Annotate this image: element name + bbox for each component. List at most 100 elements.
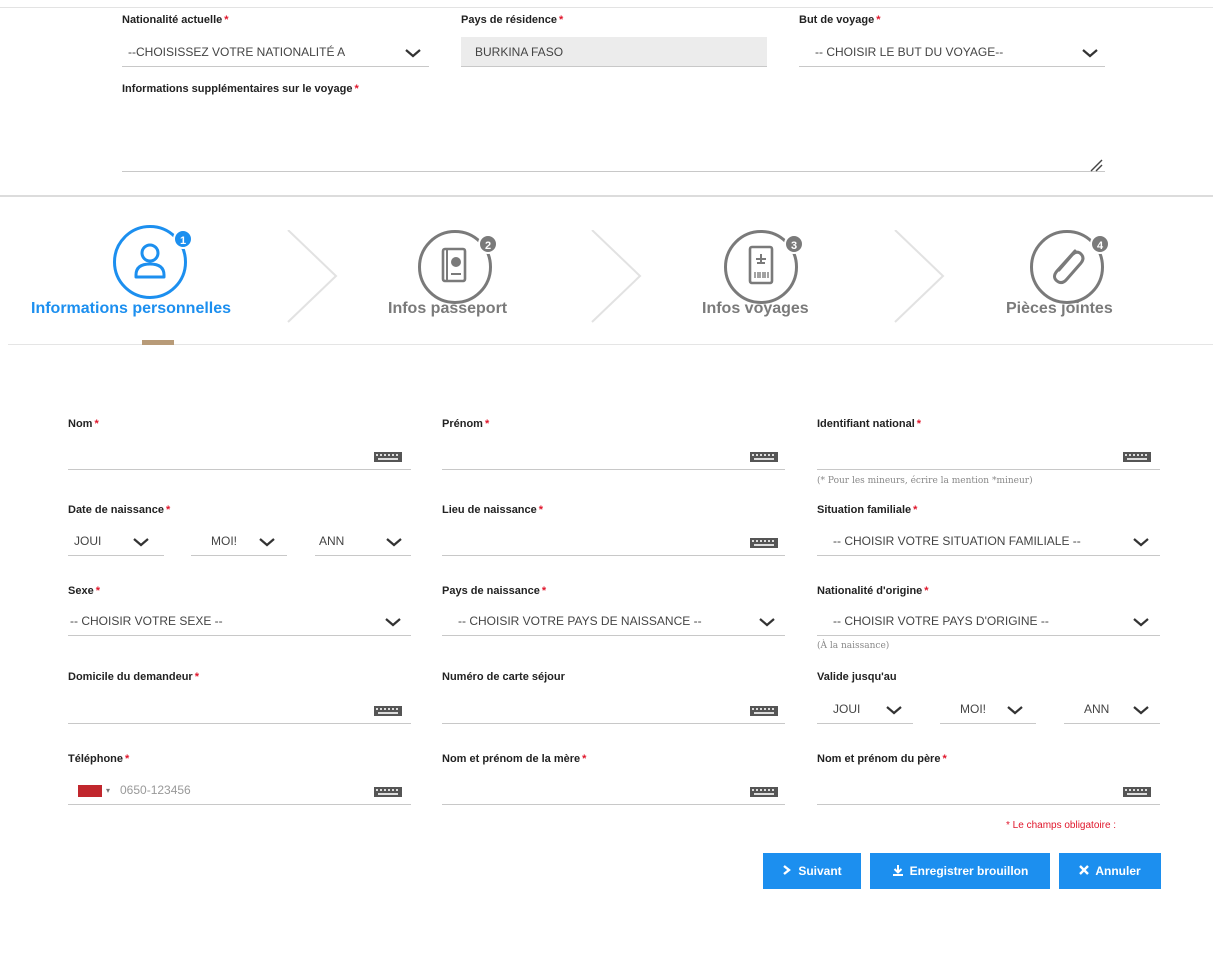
sex-label: Sexe * bbox=[68, 585, 100, 597]
residence-card-input[interactable] bbox=[442, 694, 785, 724]
close-icon bbox=[1079, 864, 1090, 878]
step-2-badge: 2 bbox=[478, 234, 498, 254]
residence-card-label: Numéro de carte séjour bbox=[442, 671, 565, 683]
keyboard-icon[interactable] bbox=[750, 538, 778, 548]
keyboard-icon[interactable] bbox=[374, 706, 402, 716]
phone-label: Téléphone * bbox=[68, 753, 130, 765]
origin-value: -- CHOISIR VOTRE PAYS D'ORIGINE -- bbox=[833, 614, 1049, 628]
origin-select[interactable]: -- CHOISIR VOTRE PAYS D'ORIGINE -- bbox=[817, 606, 1160, 636]
resize-handle-icon[interactable] bbox=[1089, 158, 1103, 172]
origin-hint: (À la naissance) bbox=[817, 641, 890, 651]
valid-until-label: Valide jusqu'au bbox=[817, 671, 897, 683]
flag-morocco-icon[interactable] bbox=[78, 785, 102, 797]
keyboard-icon[interactable] bbox=[750, 706, 778, 716]
step-3-badge: 3 bbox=[784, 234, 804, 254]
address-label: Domicile du demandeur * bbox=[68, 671, 199, 683]
step-1-label[interactable]: Informations personnelles bbox=[31, 300, 231, 318]
chevron-down-icon bbox=[1081, 47, 1099, 59]
valid-day-value: JOUI bbox=[833, 702, 861, 716]
next-button[interactable]: Suivant bbox=[763, 853, 861, 889]
purpose-select[interactable]: -- CHOISIR LE BUT DU VOYAGE-- bbox=[799, 37, 1105, 67]
keyboard-icon[interactable] bbox=[374, 787, 402, 797]
birth-year-select[interactable]: ANN bbox=[315, 526, 411, 556]
chevron-down-icon bbox=[885, 704, 903, 716]
prenom-input[interactable] bbox=[442, 440, 785, 470]
father-input[interactable] bbox=[817, 775, 1160, 805]
national-id-input[interactable] bbox=[817, 440, 1160, 470]
residence-value: BURKINA FASO bbox=[475, 45, 564, 59]
marital-label: Situation familiale * bbox=[817, 504, 918, 516]
national-id-label: Identifiant national * bbox=[817, 418, 922, 430]
nationality-select[interactable]: --CHOISISSEZ VOTRE NATIONALITÉ A bbox=[122, 37, 429, 67]
nom-input[interactable] bbox=[68, 440, 411, 470]
purpose-label: But de voyage * bbox=[799, 14, 881, 26]
address-input[interactable] bbox=[68, 694, 411, 724]
keyboard-icon[interactable] bbox=[750, 452, 778, 462]
marital-value: -- CHOISIR VOTRE SITUATION FAMILIALE -- bbox=[833, 534, 1081, 548]
valid-month-select[interactable]: MOI! bbox=[940, 694, 1036, 724]
country-dropdown-caret[interactable]: ▾ bbox=[106, 786, 110, 795]
save-draft-button[interactable]: Enregistrer brouillon bbox=[870, 853, 1050, 889]
wizard-divider bbox=[8, 344, 1213, 345]
download-icon bbox=[892, 864, 904, 879]
chevron-right-icon bbox=[782, 864, 792, 878]
keyboard-icon[interactable] bbox=[1123, 452, 1151, 462]
nom-label: Nom * bbox=[68, 418, 99, 430]
step-separator bbox=[893, 229, 947, 330]
keyboard-icon[interactable] bbox=[750, 787, 778, 797]
birth-date-label: Date de naissance * bbox=[68, 504, 171, 516]
phone-placeholder: 0650-123456 bbox=[120, 783, 191, 797]
father-label: Nom et prénom du père * bbox=[817, 753, 947, 765]
chevron-down-icon bbox=[1132, 704, 1150, 716]
marital-select[interactable]: -- CHOISIR VOTRE SITUATION FAMILIALE -- bbox=[817, 526, 1160, 556]
birth-place-input[interactable] bbox=[442, 526, 785, 556]
extra-info-label: Informations supplémentaires sur le voya… bbox=[122, 83, 359, 95]
valid-month-value: MOI! bbox=[960, 702, 986, 716]
step-2-label[interactable]: Infos passeport bbox=[388, 300, 507, 318]
birth-country-label: Pays de naissance * bbox=[442, 585, 547, 597]
section-divider bbox=[0, 195, 1213, 197]
keyboard-icon[interactable] bbox=[374, 452, 402, 462]
sex-value: -- CHOISIR VOTRE SEXE -- bbox=[70, 614, 223, 628]
step-4-label[interactable]: Pièces jointes bbox=[1006, 300, 1113, 318]
chevron-down-icon bbox=[1132, 536, 1150, 548]
birth-day-select[interactable]: JOUI bbox=[68, 526, 164, 556]
prenom-label: Prénom * bbox=[442, 418, 490, 430]
active-step-indicator bbox=[142, 340, 174, 345]
mother-label: Nom et prénom de la mère * bbox=[442, 753, 587, 765]
national-id-hint: (* Pour les mineurs, écrire la mention *… bbox=[817, 476, 1033, 486]
purpose-value: -- CHOISIR LE BUT DU VOYAGE-- bbox=[815, 45, 1004, 59]
chevron-down-icon bbox=[384, 616, 402, 628]
mother-input[interactable] bbox=[442, 775, 785, 805]
valid-day-select[interactable]: JOUI bbox=[817, 694, 913, 724]
chevron-down-icon bbox=[758, 616, 776, 628]
sex-select[interactable]: -- CHOISIR VOTRE SEXE -- bbox=[68, 606, 411, 636]
chevron-down-icon bbox=[132, 536, 150, 548]
phone-input[interactable]: ▾ 0650-123456 bbox=[68, 775, 411, 805]
residence-label: Pays de résidence * bbox=[461, 14, 564, 26]
nationality-value: --CHOISISSEZ VOTRE NATIONALITÉ A bbox=[128, 45, 346, 59]
extra-info-textarea[interactable] bbox=[122, 100, 1105, 172]
chevron-down-icon bbox=[385, 536, 403, 548]
birth-month-value: MOI! bbox=[211, 534, 237, 548]
chevron-down-icon bbox=[1132, 616, 1150, 628]
origin-label: Nationalité d'origine * bbox=[817, 585, 929, 597]
step-3-label[interactable]: Infos voyages bbox=[702, 300, 809, 318]
top-divider bbox=[0, 7, 1213, 8]
chevron-down-icon bbox=[1006, 704, 1024, 716]
residence-field: BURKINA FASO bbox=[461, 37, 767, 67]
keyboard-icon[interactable] bbox=[1123, 787, 1151, 797]
cancel-button[interactable]: Annuler bbox=[1059, 853, 1161, 889]
chevron-down-icon bbox=[404, 47, 422, 59]
chevron-down-icon bbox=[258, 536, 276, 548]
extra-info-underline bbox=[122, 171, 1105, 172]
birth-month-select[interactable]: MOI! bbox=[191, 526, 287, 556]
valid-year-value: ANN bbox=[1084, 702, 1110, 716]
required-note: * Le champs obligatoire : bbox=[1006, 820, 1117, 831]
birth-place-label: Lieu de naissance * bbox=[442, 504, 544, 516]
birth-year-value: ANN bbox=[319, 534, 345, 548]
step-separator bbox=[590, 229, 644, 330]
valid-year-select[interactable]: ANN bbox=[1064, 694, 1160, 724]
birth-country-select[interactable]: -- CHOISIR VOTRE PAYS DE NAISSANCE -- bbox=[442, 606, 785, 636]
step-4-badge: 4 bbox=[1090, 234, 1110, 254]
